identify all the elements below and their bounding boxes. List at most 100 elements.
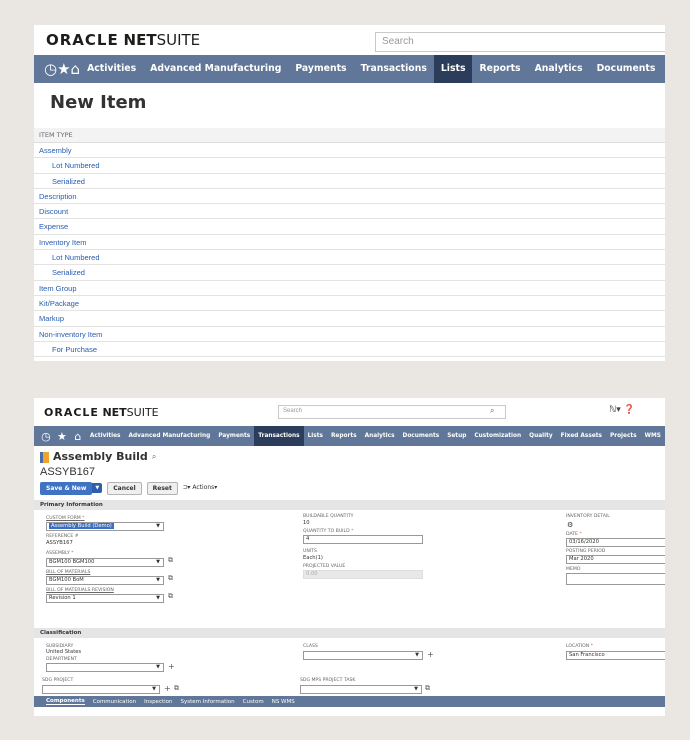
- save-new-button[interactable]: Save & New: [40, 481, 93, 495]
- nav-lists[interactable]: Lists: [433, 55, 473, 83]
- nav-transactions[interactable]: Transactions: [254, 426, 304, 446]
- item-type-for-resale[interactable]: For Resale: [34, 357, 665, 361]
- custom-form-select[interactable]: Assembly Build (Demo) ▼: [46, 522, 164, 531]
- subtab-custom[interactable]: Custom: [243, 699, 264, 705]
- department-select[interactable]: ▼: [46, 663, 164, 672]
- item-type-header: ITEM TYPE: [34, 128, 665, 143]
- nav-projects[interactable]: Projects: [606, 426, 641, 446]
- global-search-input[interactable]: Search: [375, 32, 665, 52]
- nav-transactions[interactable]: Transactions: [354, 55, 434, 83]
- header-bar: ORACLE NETSUITE Search: [34, 25, 665, 55]
- record-search-icon[interactable]: ⌕: [152, 449, 156, 465]
- item-type-for-purchase[interactable]: For Purchase: [34, 342, 665, 358]
- home-icon[interactable]: ⌂: [71, 60, 81, 78]
- item-type-assembly[interactable]: Assembly: [34, 143, 665, 159]
- record-type: Assembly Build: [53, 450, 148, 463]
- bom-select[interactable]: BGM100 BoM ▼: [46, 576, 164, 585]
- item-type-serialized[interactable]: Serialized: [34, 265, 665, 281]
- help-icon[interactable]: ❓: [624, 405, 635, 415]
- save-options-dropdown[interactable]: ▼: [92, 483, 103, 493]
- item-type-markup[interactable]: Markup: [34, 311, 665, 327]
- add-project-icon[interactable]: +: [164, 684, 171, 693]
- subtab-inspection[interactable]: Inspection: [144, 699, 172, 705]
- netsuite-logo[interactable]: ORACLE NETSUITE: [46, 31, 200, 49]
- nav-payments[interactable]: Payments: [214, 426, 254, 446]
- open-record-icon[interactable]: ⧉: [174, 684, 179, 693]
- reset-button[interactable]: Reset: [146, 481, 178, 495]
- chevron-down-icon: ▼: [156, 664, 160, 670]
- item-type-inventory-item[interactable]: Inventory Item: [34, 235, 665, 251]
- open-record-icon[interactable]: ⧉: [168, 574, 173, 583]
- nav-analytics[interactable]: Analytics: [528, 55, 590, 83]
- nav-advanced-manufacturing[interactable]: Advanced Manufacturing: [143, 55, 288, 83]
- nav-lists[interactable]: Lists: [304, 426, 327, 446]
- add-class-icon[interactable]: +: [427, 650, 434, 659]
- chevron-down-icon: ▼: [415, 652, 419, 658]
- memo-input[interactable]: [566, 573, 665, 585]
- main-nav: ◷ ★ ⌂ Activities Advanced Manufacturing Pa…: [34, 55, 665, 83]
- main-nav: ◷ ★ ⌂ Activities Advanced Manufacturing Pa…: [34, 426, 665, 446]
- nav-advanced-manufacturing[interactable]: Advanced Manufacturing: [125, 426, 215, 446]
- nav-quality[interactable]: Quality: [525, 426, 557, 446]
- item-type-non-inventory-item[interactable]: Non-inventory Item: [34, 327, 665, 342]
- chevron-down-icon: ▼: [156, 523, 160, 529]
- nav-activities[interactable]: Activities: [86, 426, 125, 446]
- nav-setup[interactable]: Setup: [443, 426, 470, 446]
- search-icon[interactable]: ⌕: [490, 406, 494, 416]
- cancel-button[interactable]: Cancel: [107, 481, 142, 495]
- create-new-icon[interactable]: ℕ▾: [609, 405, 621, 415]
- nav-setup[interactable]: Setup: [662, 55, 665, 83]
- primary-info-section[interactable]: Primary Information: [34, 500, 665, 510]
- bom-revision-select[interactable]: Revision 1 ▼: [46, 594, 164, 603]
- nav-reports[interactable]: Reports: [472, 55, 527, 83]
- add-department-icon[interactable]: +: [168, 662, 175, 671]
- nav-activities[interactable]: Activities: [80, 55, 143, 83]
- posting-period-select[interactable]: Mar 2020: [566, 555, 665, 564]
- subtab-communication[interactable]: Communication: [93, 699, 136, 705]
- nav-payments[interactable]: Payments: [288, 55, 353, 83]
- actions-menu[interactable]: ⮊▾ Actions▾: [183, 484, 217, 492]
- item-type-lot-numbered[interactable]: Lot Numbered: [34, 158, 665, 174]
- class-select[interactable]: ▼: [303, 651, 423, 660]
- open-record-icon[interactable]: ⧉: [425, 684, 430, 693]
- primary-fields: CUSTOM FORM * Assembly Build (Demo) ▼ REF…: [34, 510, 665, 628]
- sdg-task-select[interactable]: ▼: [300, 685, 422, 694]
- nav-customization[interactable]: Customization: [470, 426, 525, 446]
- chevron-down-icon: ▼: [156, 595, 160, 601]
- item-type-serialized[interactable]: Serialized: [34, 174, 665, 189]
- assembly-build-icon: [40, 451, 49, 463]
- netsuite-logo[interactable]: ORACLE NETSUITE: [44, 406, 159, 419]
- item-type-list: Assembly Lot Numbered Serialized Descriptio…: [34, 143, 665, 361]
- sdg-project-select[interactable]: ▼: [42, 685, 160, 694]
- nav-reports[interactable]: Reports: [327, 426, 361, 446]
- item-type-discount[interactable]: Discount: [34, 204, 665, 220]
- open-record-icon[interactable]: ⧉: [168, 592, 173, 601]
- open-record-icon[interactable]: ⧉: [168, 556, 173, 565]
- quantity-to-build-input[interactable]: 4: [303, 535, 423, 544]
- item-type-kit-package[interactable]: Kit/Package: [34, 296, 665, 312]
- assembly-select[interactable]: BGM100 BGM100 ▼: [46, 558, 164, 567]
- date-input[interactable]: 03/16/2020: [566, 538, 665, 547]
- favorites-star-icon[interactable]: ★: [57, 60, 70, 78]
- favorites-star-icon[interactable]: ★: [54, 430, 70, 443]
- item-type-item-group[interactable]: Item Group: [34, 281, 665, 296]
- subtabs-bar: Components Communication Inspection System …: [34, 696, 665, 707]
- nav-analytics[interactable]: Analytics: [361, 426, 399, 446]
- classification-section[interactable]: Classification: [34, 628, 665, 638]
- subtab-ns-wms[interactable]: NS WMS: [272, 699, 295, 705]
- item-type-lot-numbered[interactable]: Lot Numbered: [34, 250, 665, 266]
- subtab-components[interactable]: Components: [46, 698, 85, 705]
- location-select[interactable]: San Francisco: [566, 651, 665, 660]
- recent-records-icon[interactable]: ◷: [44, 60, 57, 78]
- inventory-detail-icon[interactable]: ⚙: [567, 521, 573, 529]
- nav-fixed-assets[interactable]: Fixed Assets: [557, 426, 606, 446]
- home-icon[interactable]: ⌂: [70, 430, 86, 443]
- nav-wms[interactable]: WMS: [641, 426, 665, 446]
- item-type-expense[interactable]: Expense: [34, 219, 665, 235]
- global-search-input[interactable]: Search: [278, 405, 506, 419]
- subtab-system-information[interactable]: System Information: [181, 699, 235, 705]
- recent-records-icon[interactable]: ◷: [38, 430, 54, 443]
- nav-documents[interactable]: Documents: [399, 426, 444, 446]
- nav-documents[interactable]: Documents: [590, 55, 663, 83]
- item-type-description[interactable]: Description: [34, 189, 665, 205]
